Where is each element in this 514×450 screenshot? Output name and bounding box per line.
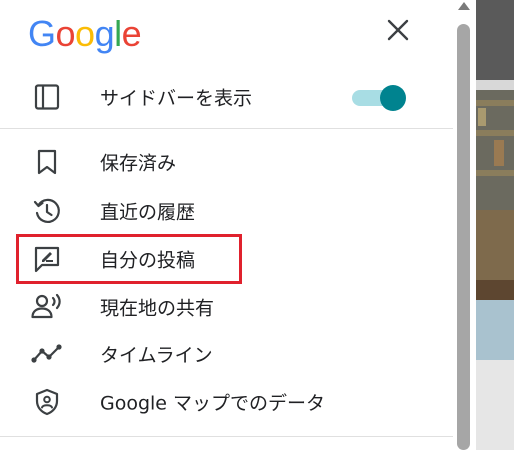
timeline-icon [30,337,64,371]
toggle-knob [380,85,406,111]
google-logo: Google [28,12,142,56]
shield-icon [30,385,64,419]
menu-item-location-sharing[interactable]: 現在地の共有 [0,285,453,329]
divider [0,436,453,437]
logo-letter: e [121,13,142,54]
menu-item-label: タイムライン [100,344,213,367]
show-sidebar-toggle[interactable] [352,85,410,111]
logo-letter: o [55,13,76,54]
menu-item-label: 保存済み [100,152,177,175]
scrollbar-thumb[interactable] [457,24,470,450]
menu-item-your-data-in-maps[interactable]: Google マップでのデータ [0,380,453,424]
bookmark-icon [30,145,64,179]
menu-item-timeline[interactable]: タイムライン [0,332,453,376]
menu-item-label: 現在地の共有 [100,297,215,320]
logo-letter: G [28,13,56,54]
close-icon [387,19,409,41]
menu-item-label: Google マップでのデータ [100,392,326,415]
menu-item-saved[interactable]: 保存済み [0,140,453,184]
map-photo-background [476,0,514,450]
close-button[interactable] [384,16,412,44]
scroll-up-arrow[interactable] [458,2,470,10]
menu-item-your-contributions[interactable]: 自分の投稿 [0,237,453,281]
location-sharing-icon [30,290,64,324]
show-sidebar-label: サイドバーを表示 [100,87,253,110]
menu-item-label: 直近の履歴 [100,201,196,224]
logo-letter: l [114,13,122,54]
logo-letter: g [94,13,115,54]
menu-item-recent-history[interactable]: 直近の履歴 [0,189,453,233]
logo-letter: o [75,13,95,54]
sidebar-icon [30,80,64,114]
menu-item-label: 自分の投稿 [100,249,196,272]
contribution-icon [30,242,64,276]
divider [0,128,453,129]
side-menu-panel: Google サイドバーを表示 保存済み 直近の履歴 自分の投稿 現在地の共有 … [0,0,453,450]
history-icon [30,194,64,228]
